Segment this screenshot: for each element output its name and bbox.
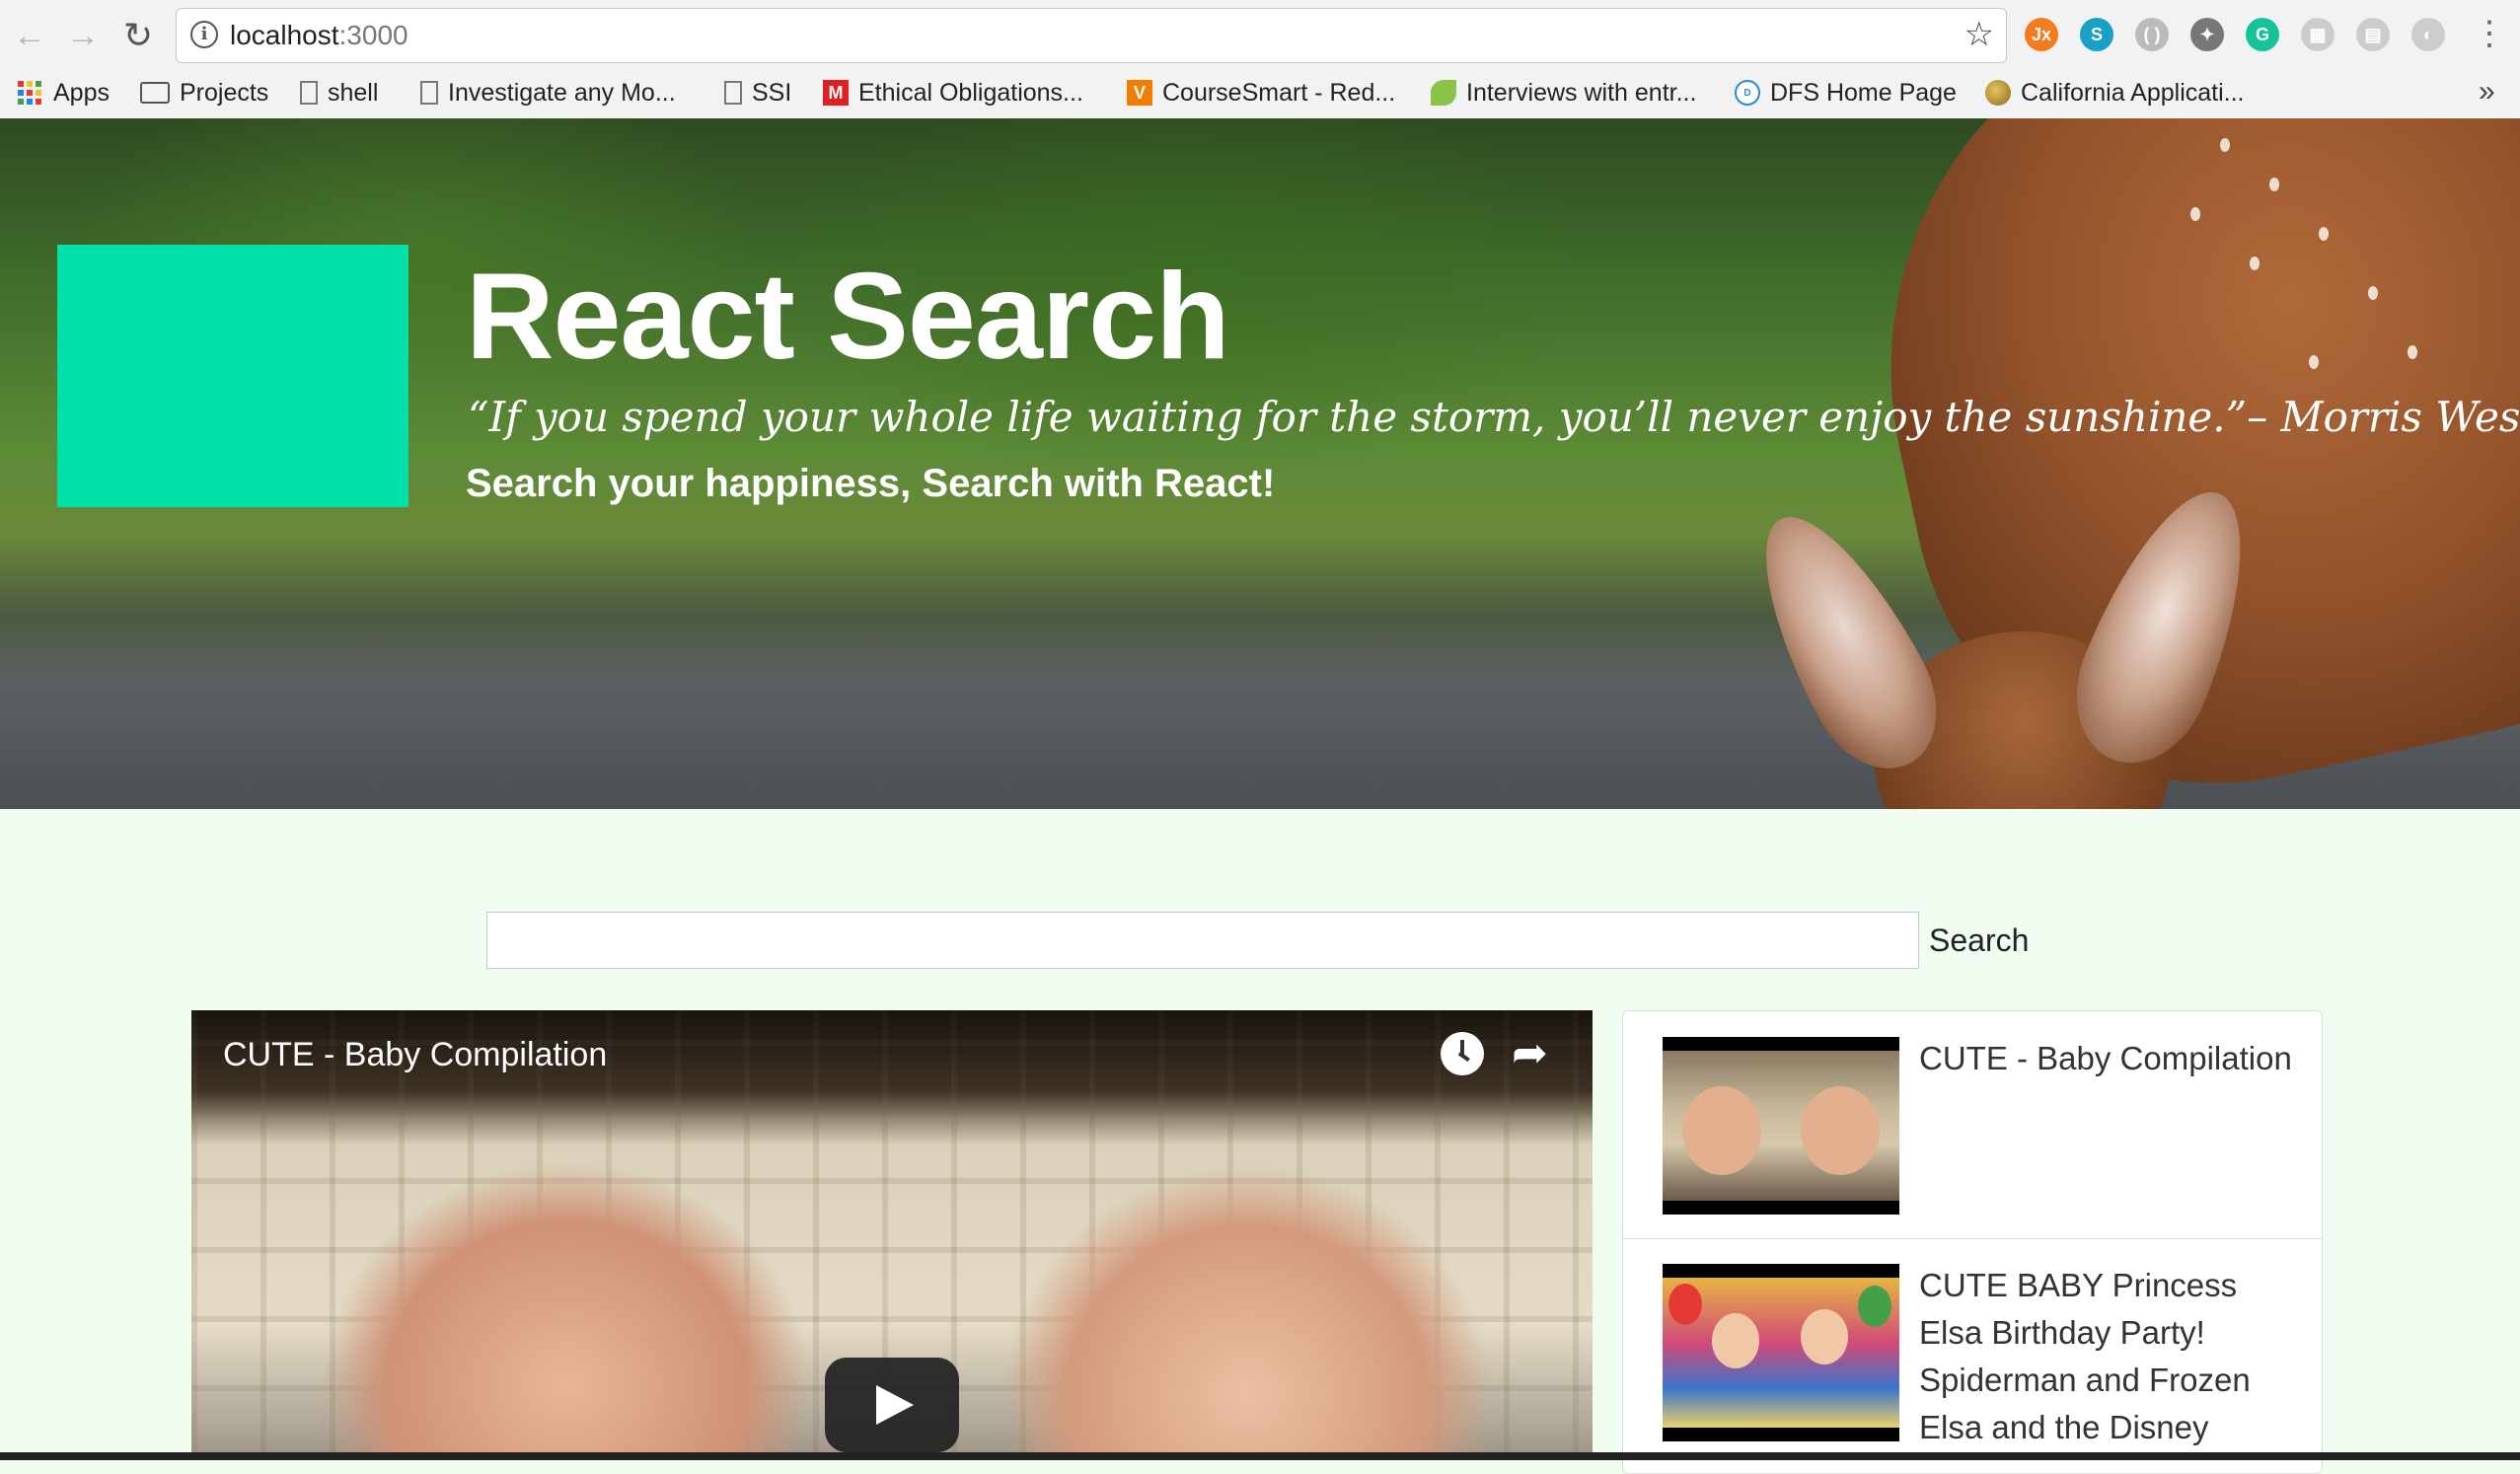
code-extension-icon[interactable]: ( ) (2135, 18, 2169, 51)
balloon (1858, 1286, 1891, 1327)
v-logo-icon: V (1127, 80, 1152, 106)
apps-grid-icon (18, 81, 41, 105)
video-list-title[interactable]: CUTE - Baby Compilation (1919, 1035, 2294, 1082)
character-face (1801, 1309, 1848, 1364)
url-host: localhost (230, 20, 339, 50)
video-thumbnail[interactable] (1663, 1037, 1899, 1215)
video-list-title[interactable]: CUTE BABY Princess Elsa Birthday Party! … (1919, 1262, 2294, 1451)
deer-spot (2309, 355, 2319, 369)
bookmark-label: Ethical Obligations... (858, 78, 1083, 107)
video-thumbnail[interactable] (1663, 1264, 1899, 1441)
bookmark-projects[interactable]: Projects (140, 75, 268, 111)
leaf-extension-icon[interactable]: ◐ (2411, 18, 2445, 51)
puzzle-extension-icon[interactable]: ✦ (2190, 18, 2224, 51)
page-icon (420, 81, 438, 105)
browser-menu-icon[interactable]: ⋮ (2473, 14, 2506, 57)
page-icon (724, 81, 742, 105)
forward-arrow-icon[interactable]: → (61, 14, 105, 57)
hero-subtitle: Search your happiness, Search with React… (466, 462, 1276, 505)
bookmark-label: shell (328, 78, 379, 107)
search-label[interactable]: Search (1929, 922, 2029, 959)
balloon (1668, 1284, 1702, 1325)
info-icon[interactable]: i (190, 21, 218, 48)
url-port: :3000 (338, 20, 408, 50)
skype-extension-icon[interactable]: S (2080, 18, 2113, 51)
grid-extension-icon[interactable]: ▦ (2301, 18, 2335, 51)
share-icon[interactable]: ➦ (1512, 1028, 1548, 1078)
bookmark-label: SSI (752, 78, 792, 107)
baby-face (1801, 1086, 1880, 1175)
page-title: React Search (466, 249, 1230, 385)
logo-block (57, 245, 408, 507)
bookmarks-bar: Apps Projects shell Investigate any Mo..… (0, 69, 2520, 116)
character-face (1712, 1313, 1759, 1368)
bookmark-label: Projects (180, 78, 269, 107)
bookmark-dfs-home[interactable]: D DFS Home Page (1735, 75, 1957, 111)
video-player[interactable]: CUTE - Baby Compilation ➦ (191, 1010, 1593, 1460)
video-list-item[interactable]: CUTE BABY Princess Elsa Birthday Party! … (1623, 1238, 2322, 1465)
globe-icon (1985, 80, 2011, 106)
bookmarks-overflow-icon[interactable]: » (2479, 75, 2495, 109)
grammarly-extension-icon[interactable]: G (2246, 18, 2279, 51)
baby-face (1682, 1086, 1761, 1175)
deer-spot (2190, 207, 2200, 221)
bookmark-california[interactable]: California Applicati... (1985, 75, 2245, 111)
page-icon (300, 81, 318, 105)
hero-quote: “If you spend your whole life waiting fo… (468, 393, 2520, 441)
deer-spot (2319, 227, 2329, 241)
browser-chrome: ← → ↻ i localhost:3000 ☆ Jx S ( ) ✦ G ▦ ▤ ◐ ⋮ A… (0, 0, 2520, 119)
bookmark-label: Apps (53, 78, 110, 107)
m-logo-icon: M (823, 80, 849, 106)
reload-icon[interactable]: ↻ (116, 14, 160, 57)
bookmark-label: CourseSmart - Red... (1162, 78, 1396, 107)
bookmark-label: Investigate any Mo... (448, 78, 676, 107)
bookmark-ethical-obligations[interactable]: M Ethical Obligations... (823, 75, 1083, 111)
deer-spot (2408, 345, 2417, 359)
player-title[interactable]: CUTE - Baby Compilation (223, 1036, 607, 1074)
deer-spot (2220, 138, 2230, 152)
bookmark-apps[interactable]: Apps (18, 75, 110, 111)
bookmark-shell[interactable]: shell (300, 75, 378, 111)
jsonview-extension-icon[interactable]: Jx (2025, 18, 2058, 51)
bookmark-coursesmart[interactable]: V CourseSmart - Red... (1127, 75, 1395, 111)
bookmark-label: Interviews with entr... (1466, 78, 1697, 107)
bookmark-label: California Applicati... (2021, 78, 2245, 107)
video-list-item[interactable]: CUTE - Baby Compilation (1623, 1011, 2322, 1239)
hero-banner: React Search “If you spend your whole li… (0, 118, 2520, 809)
bookmark-ssi[interactable]: SSI (724, 75, 791, 111)
folder-icon (140, 82, 170, 104)
bookmark-investigate[interactable]: Investigate any Mo... (420, 75, 676, 111)
deer-spot (2269, 178, 2279, 191)
bookmark-star-icon[interactable]: ☆ (1964, 15, 1994, 54)
address-bar[interactable]: i localhost:3000 ☆ (176, 8, 2007, 63)
bookmark-label: DFS Home Page (1770, 78, 1957, 107)
deer-spot (2368, 286, 2378, 300)
address-url[interactable]: localhost:3000 (230, 20, 408, 51)
search-input[interactable] (486, 912, 1919, 969)
video-list: CUTE - Baby Compilation CUTE BABY Prince… (1622, 1010, 2323, 1474)
leaf-icon (1431, 80, 1456, 106)
watch-later-icon[interactable] (1441, 1032, 1484, 1075)
deer-spot (2250, 257, 2260, 270)
play-button-icon[interactable] (825, 1358, 959, 1452)
bookmark-interviews[interactable]: Interviews with entr... (1431, 75, 1696, 111)
back-arrow-icon[interactable]: ← (8, 14, 51, 57)
window-bottom-edge (0, 1452, 2520, 1460)
dell-logo-icon: D (1735, 80, 1760, 106)
page-extension-icon[interactable]: ▤ (2356, 18, 2390, 51)
